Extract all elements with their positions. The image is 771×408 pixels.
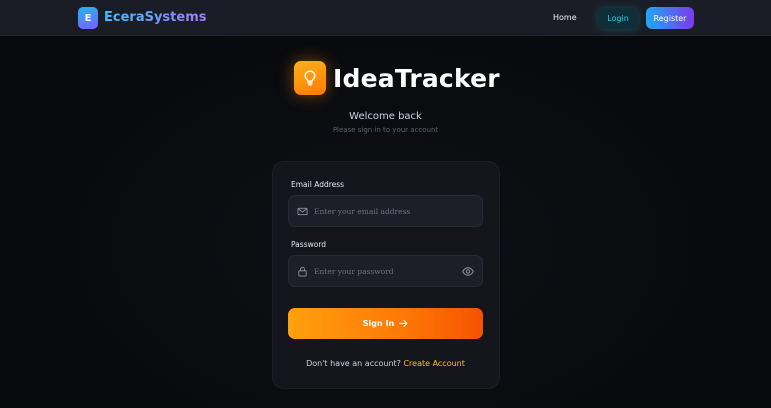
navbar: E EceraSystems Home Login Register: [0, 0, 771, 36]
app-logo: [294, 61, 326, 95]
email-placeholder: Enter your email address: [314, 207, 411, 216]
nav-login-button[interactable]: Login: [598, 8, 638, 29]
nav-home-link[interactable]: Home: [553, 13, 577, 23]
lightbulb-icon: [304, 70, 316, 86]
sign-in-button[interactable]: Sign In: [288, 308, 483, 339]
lock-icon: [298, 266, 307, 277]
brand-name[interactable]: EceraSystems: [104, 10, 206, 26]
no-account-text: Don't have an account?: [306, 359, 401, 368]
eye-icon[interactable]: [462, 266, 474, 277]
welcome-subtitle: Please sign in to your account: [332, 126, 439, 134]
mail-icon: [297, 207, 308, 216]
password-label: Password: [291, 240, 327, 249]
password-placeholder: Enter your password: [314, 267, 394, 276]
nav-register-button[interactable]: Register: [646, 7, 694, 29]
email-field[interactable]: Enter your email address: [288, 195, 483, 227]
arrow-right-icon: [399, 320, 408, 327]
password-field[interactable]: Enter your password: [288, 255, 483, 287]
brand-logo[interactable]: E: [78, 7, 98, 29]
welcome-heading: Welcome back: [349, 111, 422, 122]
create-account-link[interactable]: Create Account: [403, 359, 464, 368]
app-title: IdeaTracker: [333, 64, 500, 93]
no-account-row: Don't have an account? Create Account: [0, 359, 771, 369]
email-label: Email Address: [291, 180, 345, 189]
sign-in-label: Sign In: [362, 319, 395, 328]
